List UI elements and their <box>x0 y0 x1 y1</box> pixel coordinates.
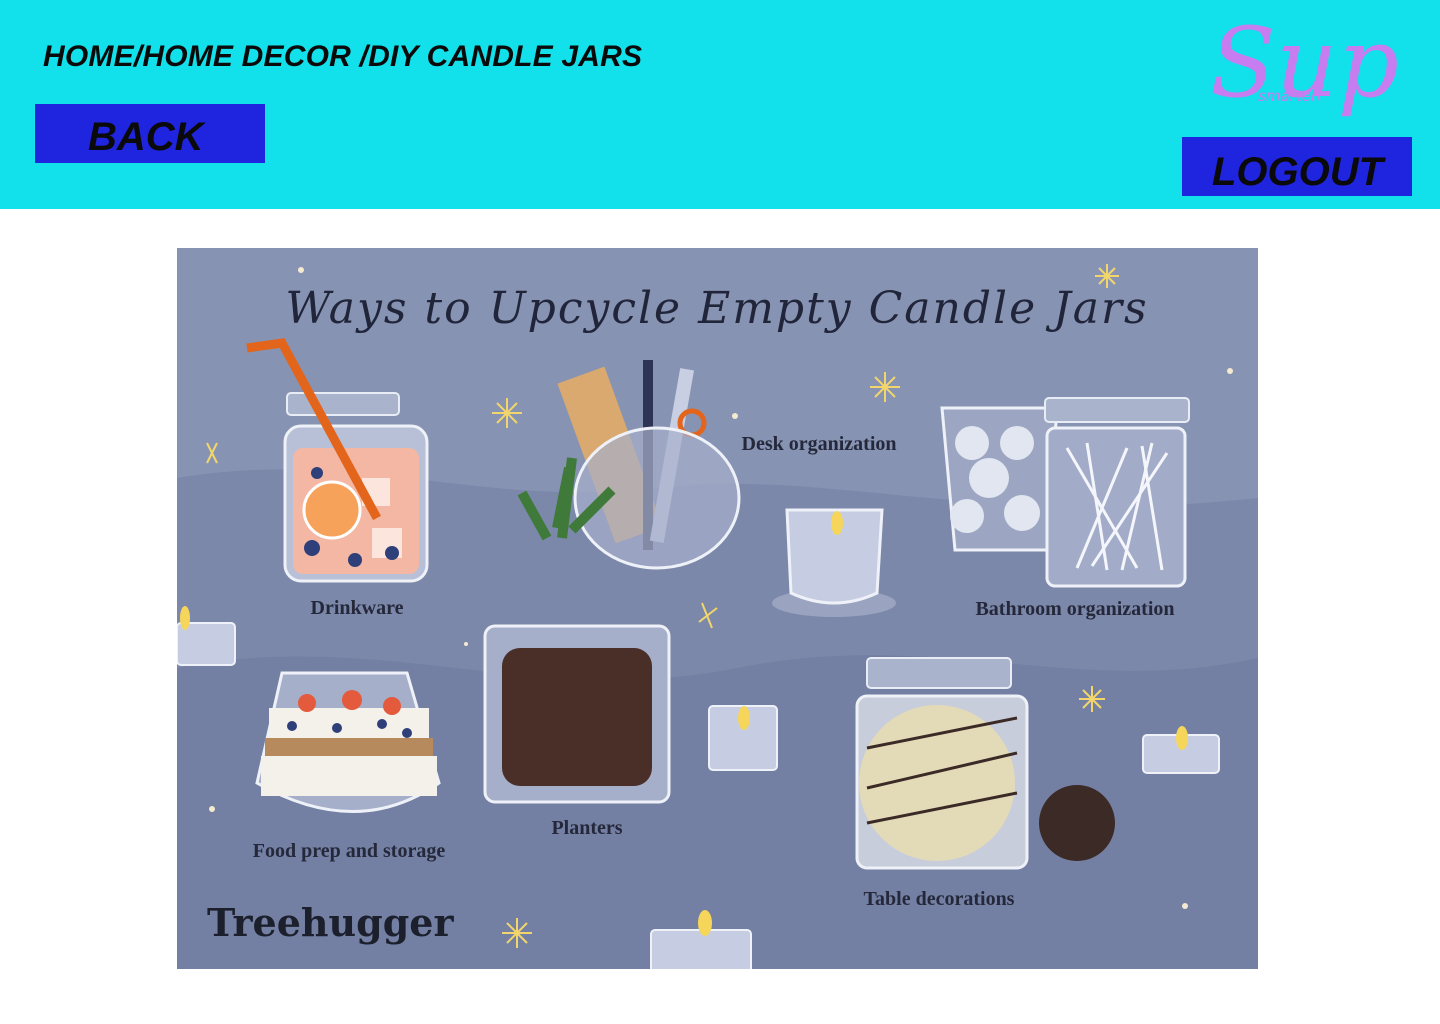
center-tea-candle <box>708 705 778 771</box>
caption-planters: Planters <box>551 817 622 839</box>
logout-button[interactable]: LOGOUT <box>1182 137 1412 196</box>
candle-jars-illustration: Ways to Upcycle Empty Candle Jars Drinkw… <box>177 248 1258 969</box>
back-button[interactable]: BACK <box>35 104 265 163</box>
header-bar: HOME/HOME DECOR /DIY CANDLE JARS BACK LO… <box>0 0 1440 209</box>
breadcrumb: HOME/HOME DECOR /DIY CANDLE JARS <box>43 40 643 73</box>
caption-desk: Desk organization <box>742 433 897 455</box>
votive-candle <box>772 508 896 617</box>
logo-subtext: smarten <box>1258 87 1320 105</box>
caption-food: Food prep and storage <box>253 840 446 862</box>
illustration-title: Ways to Upcycle Empty Candle Jars <box>285 283 1148 334</box>
brand-logo[interactable]: Sup smarten <box>1170 4 1420 124</box>
treehugger-brand: Treehugger <box>207 900 454 945</box>
caption-table: Table decorations <box>864 888 1015 910</box>
caption-drinkware: Drinkware <box>311 597 404 619</box>
food-jar <box>255 671 441 813</box>
caption-bathroom: Bathroom organization <box>975 598 1174 620</box>
